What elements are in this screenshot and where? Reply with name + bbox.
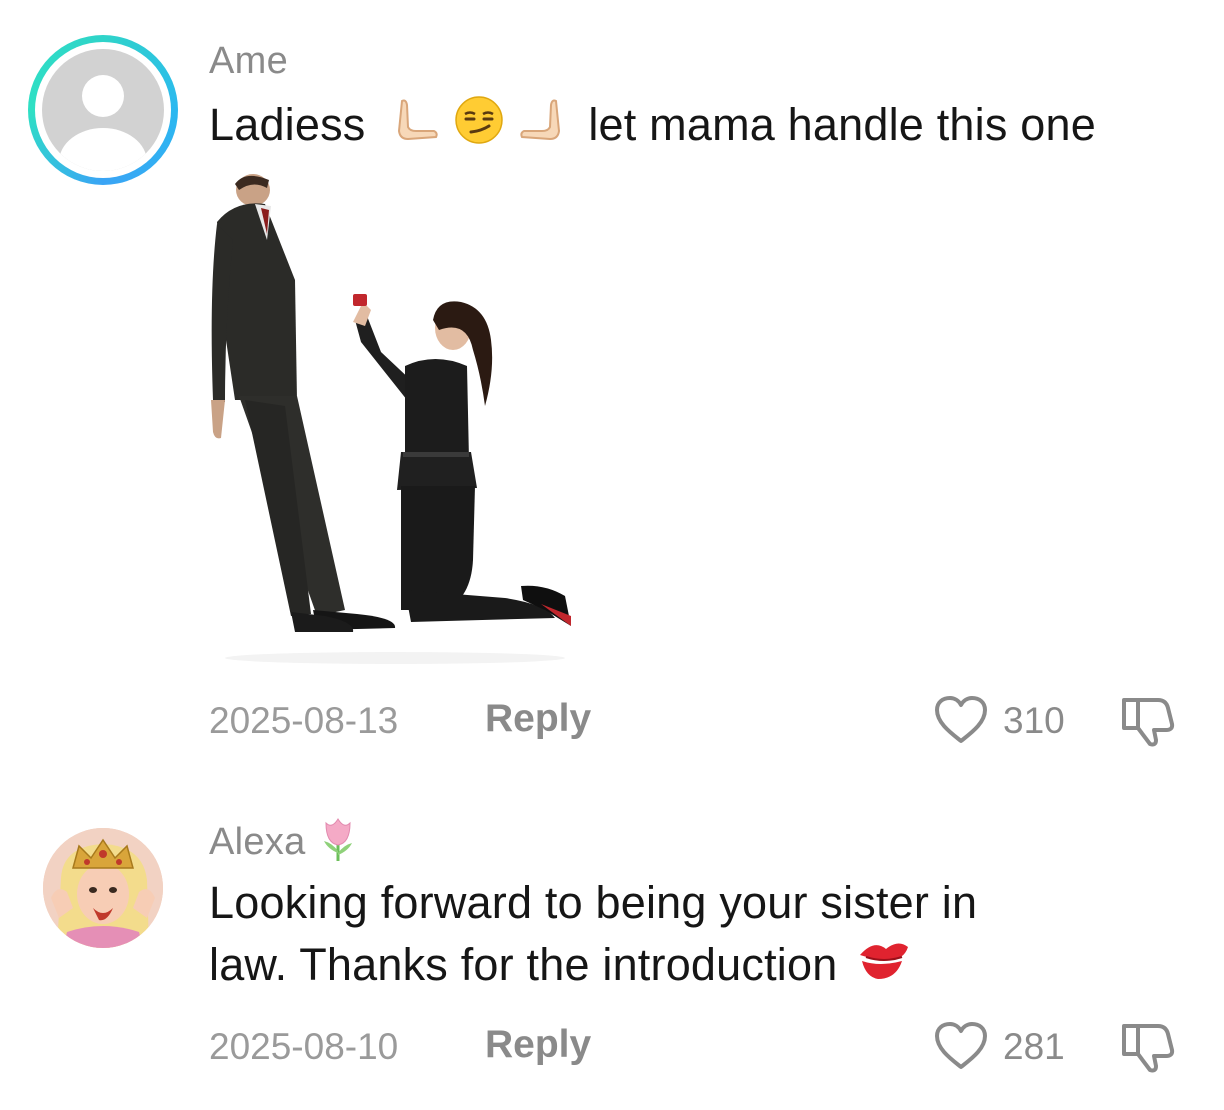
thumbs-down-icon <box>1122 698 1175 747</box>
comment-text-line-1: Looking forward to being your sister in <box>209 877 978 928</box>
avatar-ame[interactable] <box>28 35 178 185</box>
like-button[interactable] <box>933 695 993 747</box>
comment-text-start: Ladiess <box>209 99 366 150</box>
avatar-alexa[interactable] <box>43 828 163 948</box>
reply-button[interactable]: Reply <box>485 1023 591 1067</box>
kiss-mark-icon <box>856 937 912 999</box>
tulip-icon <box>318 815 358 873</box>
default-avatar-icon <box>42 49 164 171</box>
raised-hand-left-icon <box>394 97 440 159</box>
dislike-button[interactable] <box>1118 1020 1180 1079</box>
dislike-button[interactable] <box>1118 694 1180 753</box>
comment-date: 2025-08-13 <box>209 700 399 741</box>
like-count: 281 <box>1003 1026 1065 1067</box>
attached-image[interactable] <box>205 170 585 665</box>
like-count: 310 <box>1003 700 1065 741</box>
heart-icon <box>935 696 987 743</box>
man-figure <box>211 174 396 632</box>
heart-icon <box>935 1022 987 1069</box>
comment-username[interactable]: Ame <box>209 40 288 83</box>
comment-text-end: let mama handle this one <box>588 99 1096 150</box>
comment-date: 2025-08-10 <box>209 1026 399 1067</box>
woman-figure <box>353 294 571 626</box>
comment-text-line-2-content: law. Thanks for the introduction <box>209 939 838 990</box>
username-text[interactable]: Alexa <box>209 821 306 863</box>
comment-username: Alexa <box>209 815 358 873</box>
comment-text-line-2: law. Thanks for the introduction <box>209 934 912 999</box>
comment-1: Ame Ladiess let mama handle this one 202… <box>0 0 1224 780</box>
like-button[interactable] <box>933 1021 993 1073</box>
smirking-face-icon <box>453 94 505 162</box>
comment-text: Ladiess let mama handle this one <box>209 94 1096 162</box>
raised-hand-right-icon <box>518 97 564 159</box>
reply-button[interactable]: Reply <box>485 697 591 741</box>
thumbs-down-icon <box>1122 1024 1175 1073</box>
